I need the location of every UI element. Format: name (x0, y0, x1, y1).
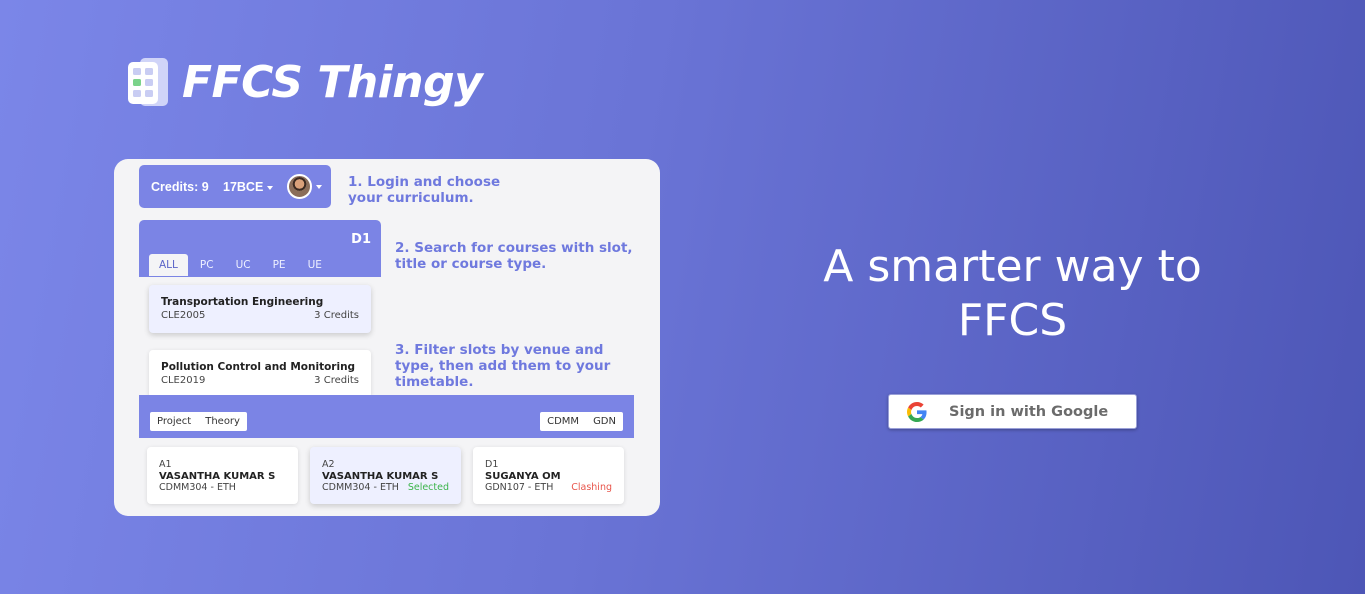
course-title: Transportation Engineering (161, 296, 324, 308)
venue-filter-group: CDMM GDN (540, 412, 623, 431)
slot-filter-panel: Project Theory CDMM GDN (139, 395, 634, 438)
brand-logo: FFCS Thingy (126, 56, 483, 108)
slot-card[interactable]: A2 VASANTHA KUMAR S CDMM304 - ETH Select… (310, 447, 461, 504)
slot-code: A2 (322, 459, 335, 470)
filter-theory[interactable]: Theory (198, 412, 247, 431)
hero-tagline: A smarter way to FFCS (823, 241, 1202, 346)
venue: CDMM304 - ETH (322, 482, 399, 493)
course-credits: 3 Credits (314, 310, 359, 321)
course-code: CLE2019 (161, 375, 206, 386)
slot-code: D1 (485, 459, 499, 470)
faculty-name: VASANTHA KUMAR S (159, 471, 276, 482)
grid-calendar-icon (128, 58, 168, 106)
brand-name: FFCS Thingy (182, 56, 483, 108)
venue: CDMM304 - ETH (159, 482, 236, 493)
filter-uc[interactable]: UC (226, 254, 261, 276)
course-card[interactable]: Pollution Control and Monitoring CLE2019… (149, 350, 371, 398)
user-menu[interactable] (287, 174, 322, 199)
filter-ue[interactable]: UE (298, 254, 332, 276)
course-credits: 3 Credits (314, 375, 359, 386)
selected-slot: D1 (351, 232, 371, 247)
preview-header: Credits: 9 17BCE (139, 165, 331, 208)
course-type-filters: ALL PC UC PE UE (149, 254, 334, 276)
slot-card[interactable]: D1 SUGANYA OM GDN107 - ETH Clashing (473, 447, 624, 504)
credits-count: Credits: 9 (151, 180, 209, 194)
venue: GDN107 - ETH (485, 482, 554, 493)
google-signin-button[interactable]: Sign in with Google (888, 394, 1137, 429)
status-badge: Selected (407, 482, 449, 493)
course-title: Pollution Control and Monitoring (161, 361, 356, 373)
step-1-text: 1. Login and choose your curriculum. (348, 174, 501, 206)
course-panel: D1 ALL PC UC PE UE (139, 220, 381, 277)
curriculum-dropdown[interactable]: 17BCE (223, 180, 273, 194)
type-filter-group: Project Theory (150, 412, 247, 431)
filter-pc[interactable]: PC (190, 254, 224, 276)
filter-gdn[interactable]: GDN (586, 412, 623, 431)
google-g-icon (907, 401, 927, 422)
google-signin-label: Sign in with Google (949, 403, 1109, 420)
faculty-name: SUGANYA OM (485, 471, 561, 482)
faculty-name: VASANTHA KUMAR S (322, 471, 439, 482)
user-avatar (287, 174, 312, 199)
filter-pe[interactable]: PE (263, 254, 296, 276)
step-2-text: 2. Search for courses with slot, title o… (395, 240, 633, 272)
filter-all[interactable]: ALL (149, 254, 188, 276)
filter-project[interactable]: Project (150, 412, 198, 431)
slot-card[interactable]: A1 VASANTHA KUMAR S CDMM304 - ETH (147, 447, 298, 504)
status-badge: Clashing (571, 482, 612, 493)
course-card[interactable]: Transportation Engineering CLE2005 3 Cre… (149, 285, 371, 333)
step-3-text: 3. Filter slots by venue and type, then … (395, 342, 611, 390)
course-code: CLE2005 (161, 310, 206, 321)
filter-cdmm[interactable]: CDMM (540, 412, 586, 431)
app-preview: Credits: 9 17BCE 1. Login and choose you… (114, 159, 660, 516)
slot-code: A1 (159, 459, 172, 470)
